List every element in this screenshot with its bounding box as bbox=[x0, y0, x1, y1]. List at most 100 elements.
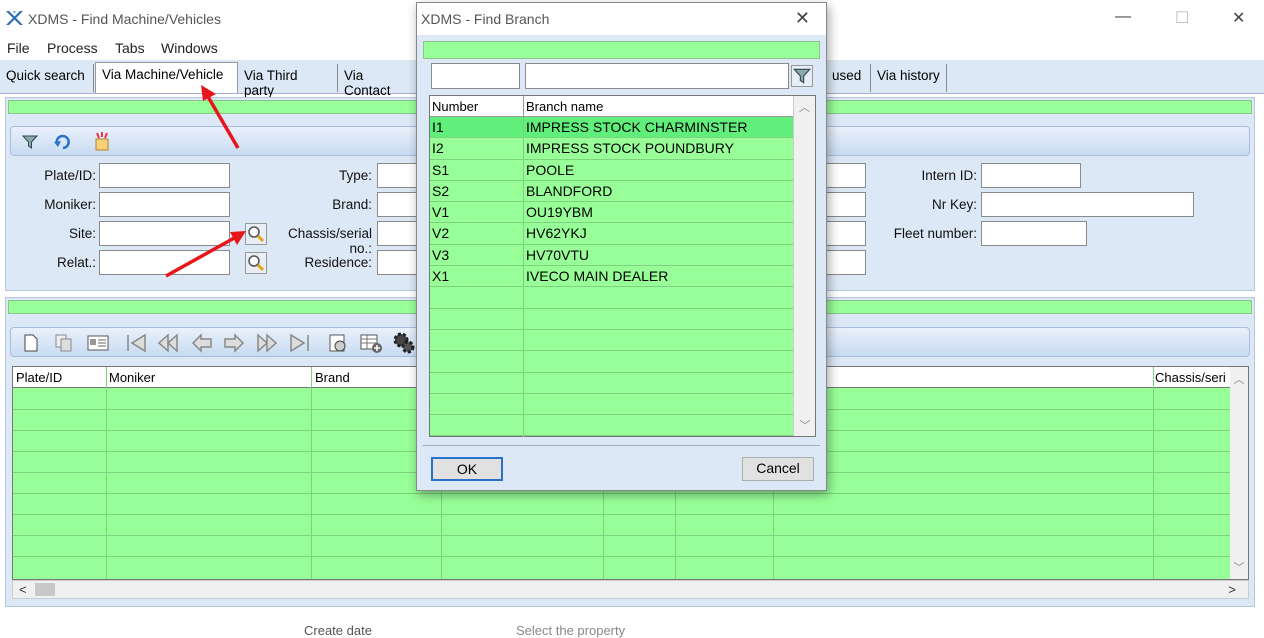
nr-key-field[interactable] bbox=[981, 192, 1194, 217]
new-document-icon[interactable] bbox=[23, 334, 39, 352]
branch-row[interactable]: V3 HV70VTU bbox=[430, 245, 794, 267]
scroll-down-icon[interactable]: ﹀ bbox=[794, 417, 816, 433]
column-header-moniker[interactable]: Moniker bbox=[109, 370, 155, 385]
add-column-icon[interactable] bbox=[359, 332, 383, 354]
moniker-label: Moniker: bbox=[44, 197, 96, 212]
status-row: Create date Select the property bbox=[0, 623, 1264, 638]
empty-row bbox=[430, 394, 794, 416]
first-record-icon[interactable] bbox=[125, 333, 147, 353]
details-icon[interactable] bbox=[87, 335, 109, 351]
annotation-arrows bbox=[165, 85, 246, 278]
fleet-number-field[interactable] bbox=[981, 221, 1087, 246]
dialog-filter-button[interactable] bbox=[791, 65, 813, 87]
scroll-up-icon[interactable]: ︿ bbox=[1230, 371, 1248, 387]
intern-id-label: Intern ID: bbox=[921, 168, 977, 183]
branch-number-search-field[interactable] bbox=[431, 63, 520, 89]
empty-row bbox=[430, 309, 794, 330]
empty-row bbox=[430, 287, 794, 309]
branch-row[interactable]: S2 BLANDFORD bbox=[430, 181, 794, 203]
col3-field-1[interactable] bbox=[826, 163, 866, 188]
col3-field-4[interactable] bbox=[826, 250, 866, 275]
branch-list-header: Number Branch name bbox=[430, 96, 815, 117]
status-left: Create date bbox=[304, 623, 372, 638]
chassis-label: Chassis/serial no.: bbox=[287, 226, 372, 256]
plate-id-label: Plate/ID: bbox=[44, 168, 96, 183]
maximize-button[interactable]: ☐ bbox=[1175, 8, 1189, 28]
filter-icon[interactable] bbox=[21, 133, 39, 151]
minimize-button[interactable]: — bbox=[1115, 8, 1131, 26]
branch-row[interactable]: V2 HV62YKJ bbox=[430, 223, 794, 245]
status-right: Select the property bbox=[516, 623, 626, 638]
column-header-number[interactable]: Number bbox=[432, 99, 478, 114]
branch-rows: I1 IMPRESS STOCK CHARMINSTER I2 IMPRESS STO… bbox=[430, 117, 815, 437]
empty-row bbox=[430, 373, 794, 394]
empty-row bbox=[430, 330, 794, 352]
column-header-chassis[interactable]: Chassis/seri bbox=[1155, 370, 1229, 385]
next-record-icon[interactable] bbox=[223, 333, 245, 353]
results-horizontal-scrollbar[interactable]: < > bbox=[12, 580, 1249, 599]
residence-label: Residence: bbox=[304, 255, 372, 270]
type-label: Type: bbox=[338, 168, 372, 183]
residence-field[interactable] bbox=[377, 250, 417, 275]
branch-row[interactable]: I1 IMPRESS STOCK CHARMINSTER bbox=[430, 117, 794, 139]
column-header-branch-name[interactable]: Branch name bbox=[526, 99, 603, 114]
branch-number: V1 bbox=[432, 204, 450, 221]
previous-page-icon[interactable] bbox=[157, 333, 179, 353]
branch-name-search-field[interactable] bbox=[525, 63, 789, 89]
branch-list[interactable]: Number Branch name I1 IMPRESS STOCK CHARM… bbox=[429, 95, 816, 437]
next-page-icon[interactable] bbox=[256, 333, 278, 353]
intern-id-field[interactable] bbox=[981, 163, 1081, 188]
close-button[interactable]: ✕ bbox=[1232, 8, 1245, 28]
results-vertical-scrollbar[interactable]: ︿ ﹀ bbox=[1230, 367, 1248, 579]
horizontal-scroll-thumb[interactable] bbox=[35, 583, 55, 596]
menu-windows[interactable]: Windows bbox=[161, 40, 218, 56]
column-header-brand[interactable]: Brand bbox=[315, 370, 350, 385]
scroll-left-icon[interactable]: < bbox=[19, 582, 27, 597]
clear-icon[interactable] bbox=[91, 131, 113, 153]
branch-row[interactable]: V1 OU19YBM bbox=[430, 202, 794, 224]
scroll-down-icon[interactable]: ﹀ bbox=[1230, 559, 1248, 575]
refresh-icon[interactable] bbox=[53, 132, 73, 152]
lookup-annotation-arrow bbox=[165, 235, 237, 278]
ok-button[interactable]: OK bbox=[431, 457, 503, 481]
branch-list-scrollbar[interactable]: ︿ ﹀ bbox=[793, 96, 815, 436]
last-record-icon[interactable] bbox=[289, 333, 311, 353]
branch-name: OU19YBM bbox=[526, 204, 593, 221]
nr-key-label: Nr Key: bbox=[931, 197, 977, 212]
dialog-title-bar: XDMS - Find Branch ✕ bbox=[417, 3, 826, 35]
cancel-button[interactable]: Cancel bbox=[742, 457, 814, 481]
tab-quick-search[interactable]: Quick search bbox=[0, 64, 94, 92]
chassis-field[interactable] bbox=[377, 221, 417, 246]
export-icon[interactable] bbox=[327, 332, 349, 354]
column-header-plate-id[interactable]: Plate/ID bbox=[16, 370, 62, 385]
copy-icon[interactable] bbox=[55, 334, 73, 352]
col3-field-3[interactable] bbox=[826, 221, 866, 246]
col3-field-2[interactable] bbox=[826, 192, 866, 217]
dialog-close-icon[interactable]: ✕ bbox=[795, 8, 810, 29]
branch-row[interactable]: S1 POOLE bbox=[430, 160, 794, 181]
menu-process[interactable]: Process bbox=[47, 40, 98, 56]
tab-annotation-arrow bbox=[205, 94, 240, 149]
filter-icon bbox=[792, 68, 812, 84]
previous-record-icon[interactable] bbox=[191, 333, 213, 353]
branch-number: S1 bbox=[432, 161, 450, 178]
app-logo-icon bbox=[6, 11, 23, 25]
brand-field[interactable] bbox=[377, 192, 417, 217]
window-title: XDMS - Find Machine/Vehicles bbox=[28, 11, 221, 27]
branch-number: X1 bbox=[432, 268, 450, 285]
tab-via-history[interactable]: Via history bbox=[871, 64, 947, 92]
scroll-up-icon[interactable]: ︿ bbox=[794, 99, 815, 115]
branch-name: HV62YKJ bbox=[526, 225, 587, 242]
scroll-right-icon[interactable]: > bbox=[1228, 582, 1236, 597]
branch-number: I2 bbox=[432, 140, 444, 157]
menu-file[interactable]: File bbox=[7, 40, 30, 56]
branch-row[interactable]: I2 IMPRESS STOCK POUNDBURY bbox=[430, 138, 794, 160]
tab-via-contact[interactable]: Via Contact bbox=[338, 64, 418, 98]
tab-used[interactable]: used bbox=[826, 64, 871, 92]
branch-name: HV70VTU bbox=[526, 246, 590, 263]
branch-row[interactable]: X1 IVECO MAIN DEALER bbox=[430, 266, 794, 288]
find-branch-dialog: XDMS - Find Branch ✕ Number Branch name … bbox=[416, 2, 827, 491]
settings-gears-icon[interactable] bbox=[391, 330, 417, 356]
menu-tabs[interactable]: Tabs bbox=[115, 40, 145, 56]
type-field[interactable] bbox=[377, 163, 417, 188]
